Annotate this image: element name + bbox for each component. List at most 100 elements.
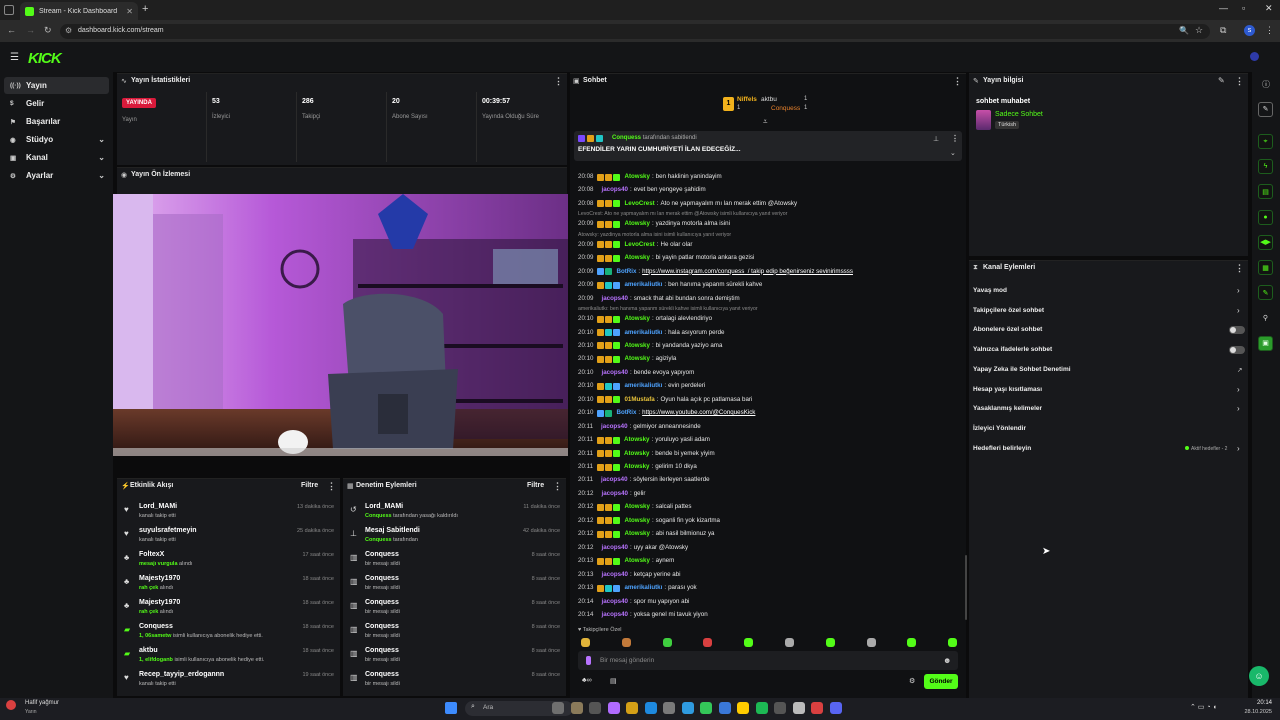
chat-message[interactable]: 20:12 jacops40: gelir [578, 489, 645, 499]
feed-item[interactable]: ↺ Lord_MAMi Conquess tarafından yasağı kal… [343, 501, 566, 525]
chat-username[interactable]: amerikaliutkı [624, 280, 662, 290]
toggle-switch[interactable] [1229, 346, 1245, 355]
chat-username[interactable]: Atowsky [624, 449, 649, 459]
chat-message[interactable]: 20:10 01Mustafa: Oyun hala açık pc patlama… [578, 395, 752, 405]
settings-app-icon[interactable] [663, 702, 675, 714]
chat-message[interactable]: 20:13 Atowsky: aynem [578, 556, 674, 566]
info-icon[interactable]: ⓘ [1262, 79, 1270, 90]
zoom-icon[interactable]: 🔍 [1179, 26, 1189, 35]
chat-username[interactable]: jacops40 [601, 543, 627, 553]
app-2-icon[interactable] [811, 702, 823, 714]
store-icon[interactable] [737, 702, 749, 714]
chat-message[interactable]: 20:12 Atowsky: salcali pattes [578, 502, 691, 512]
chat-message[interactable]: 20:11 Atowsky: bende bi yemek yiyim [578, 449, 715, 459]
feed-user[interactable]: Recep_tayyip_erdogannn [139, 671, 224, 678]
nav-item-0[interactable]: ((·)) Yayın [4, 77, 109, 94]
chat-message[interactable]: 20:11 Atowsky: yoruluyo yasli adam [578, 435, 710, 445]
feed-item[interactable]: ♣ Majesty1970 rah çek alındı 18 saat önce [117, 573, 340, 597]
terminal-icon[interactable] [774, 702, 786, 714]
chat-message[interactable]: 20:10 Atowsky: agiziyla [578, 354, 676, 364]
feed-user[interactable]: Conquess [365, 575, 399, 582]
feed-item[interactable]: ♥ Lord_MAMi kanalı takip etti 13 dakika önc… [117, 501, 340, 525]
chat-icon[interactable]: ● [1258, 209, 1273, 225]
emote-icon[interactable] [621, 638, 631, 647]
document-icon[interactable]: ▤ [1258, 184, 1273, 200]
stats-menu-icon[interactable]: ⋮ [554, 76, 563, 87]
weather-text[interactable]: Hafif yağmur [25, 700, 59, 706]
chat-username[interactable]: amerikaliutkı [624, 381, 662, 391]
emoji-picker-icon[interactable]: ☻ [943, 656, 951, 665]
chat-message[interactable]: 20:08 jacops40: evet ben yengeye şahidim [578, 185, 706, 195]
chat-username[interactable]: Atowsky [624, 502, 649, 512]
chat-message[interactable]: 20:08 LevoCrest: Ato ne yapmayalım mı lan … [578, 199, 797, 209]
camera-icon[interactable]: ⌖ [1258, 134, 1273, 149]
chat-username[interactable]: jacops40 [601, 489, 627, 499]
help-chat-icon[interactable]: ☺ [1249, 666, 1269, 686]
chat-message[interactable]: 20:09 amerikaliutkı: ben hanıma yapanm sür… [578, 280, 762, 290]
chat-username[interactable]: BotRix [616, 267, 636, 277]
feed-user[interactable]: Conquess [365, 551, 399, 558]
browser-menu-icon[interactable]: ⋮ [1265, 25, 1274, 36]
address-bar[interactable] [60, 24, 1210, 39]
nav-item-3[interactable]: ◉ Stüdyo ⌄ [4, 131, 109, 148]
chat-username[interactable]: jacops40 [601, 475, 627, 485]
task-view-icon[interactable] [589, 702, 601, 714]
feed-user[interactable]: Conquess [139, 623, 173, 630]
chat-message[interactable]: 20:10 amerikaliutkı: evin perdeleri [578, 381, 705, 391]
pinned-expand-icon[interactable]: ⌄ [950, 149, 956, 157]
emote-icon[interactable] [948, 638, 958, 647]
nav-item-4[interactable]: ▣ Kanal ⌄ [4, 149, 109, 166]
channel-action-6[interactable]: Yasaklanmış kelimeler [973, 405, 1042, 412]
feed-item[interactable]: ▥ Conquess bir mesajı sildi 8 saat önce [343, 621, 566, 645]
spotify-icon[interactable] [755, 702, 768, 714]
maximize-icon[interactable]: ▫ [1242, 3, 1245, 13]
feed-user[interactable]: Majesty1970 [139, 599, 180, 606]
chat-message[interactable]: 20:11 jacops40: gelmiyor anneannesinde [578, 422, 701, 432]
stream-preview-video[interactable] [113, 194, 568, 456]
chat-message[interactable]: 20:10 Atowsky: ortalagi alevlendiriyo [578, 314, 712, 324]
chat-username[interactable]: LevoCrest [624, 240, 654, 250]
app-icon[interactable]: ▣ [1258, 335, 1273, 351]
chat-message[interactable]: 20:11 jacops40: söylersin ilerleyen saatle… [578, 475, 710, 485]
category-name[interactable]: Sadece Sohbet [995, 111, 1043, 118]
chevron-down-icon[interactable]: ⌄ [98, 153, 105, 162]
activity-filter-button[interactable]: Filtre [301, 482, 318, 489]
chat-username[interactable]: Atowsky [624, 529, 649, 539]
chat-scrollbar[interactable] [965, 555, 967, 620]
chat-settings-icon[interactable]: ⚙ [909, 677, 915, 685]
profile-avatar[interactable]: s [1244, 25, 1255, 36]
chat-username[interactable]: LevoCrest [624, 199, 654, 209]
chat-message[interactable]: 20:12 Atowsky: soganli fin yok kizartma [578, 516, 720, 526]
widgets-icon[interactable] [552, 702, 564, 714]
edge-icon[interactable] [644, 702, 657, 714]
chat-message[interactable]: 20:11 Atowsky: gelirim 10 dkya [578, 462, 697, 472]
chat-message[interactable]: 20:13 amerikaliutkı: parası yok [578, 583, 697, 593]
chat-message[interactable]: 20:10 Atowsky: bi yandanda yaziyo ama [578, 341, 722, 351]
chat-message[interactable]: 20:14 jacops40: spor mu yapıyon abi [578, 597, 689, 607]
feed-user[interactable]: Conquess [365, 599, 399, 606]
chat-message[interactable]: 20:09 Atowsky: yazdinya motorla alma isini [578, 219, 730, 229]
moderation-filter-button[interactable]: Filtre [527, 482, 544, 489]
pinned-menu-icon[interactable]: ⋮ [951, 134, 959, 143]
leader-1-name[interactable]: Niffels [737, 96, 757, 103]
channel-action-7[interactable]: İzleyici Yönlendir [973, 425, 1026, 432]
feed-user[interactable]: Lord_MAMi [365, 503, 403, 510]
chat-username[interactable]: Atowsky [624, 556, 649, 566]
chevron-right-icon[interactable]: › [1237, 286, 1240, 295]
send-button[interactable]: Gönder [924, 674, 958, 689]
channel-action-5[interactable]: Hesap yaşı kısıtlaması [973, 386, 1042, 393]
extensions-icon[interactable]: ⧉ [1220, 25, 1226, 36]
chat-username[interactable]: BotRix [616, 408, 636, 418]
chat-username[interactable]: jacops40 [601, 570, 627, 580]
emote-icon[interactable] [744, 638, 754, 647]
browser-2-icon[interactable] [718, 702, 731, 714]
site-info-icon[interactable]: ⚙ [65, 26, 72, 35]
emote-icon[interactable] [703, 638, 713, 647]
reload-icon[interactable]: ↻ [44, 25, 52, 36]
feed-item[interactable]: ▰ Conquess 1, 06sametw isimli kullanıcıya … [117, 621, 340, 645]
wrench-icon[interactable]: ✎ [1258, 285, 1273, 301]
audio-icon[interactable]: ◀▶ [1258, 234, 1273, 250]
minimize-icon[interactable]: — [1219, 3, 1228, 13]
tray-icons[interactable]: ⌃ ▭ ◔ ◖ [1190, 703, 1217, 711]
channel-action-4[interactable]: Yapay Zeka ile Sohbet Denetimi [973, 366, 1071, 373]
